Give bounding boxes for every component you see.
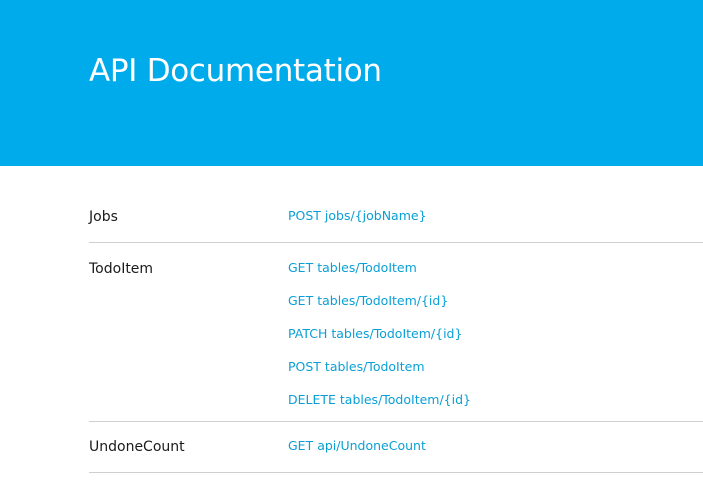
controller-name: Jobs xyxy=(89,209,118,225)
page-title: API Documentation xyxy=(89,53,382,89)
endpoint-link[interactable]: POST tables/TodoItem xyxy=(288,358,471,391)
endpoint-link[interactable]: DELETE tables/TodoItem/{id} xyxy=(288,391,471,424)
endpoint-link[interactable]: GET tables/TodoItem xyxy=(288,259,471,292)
endpoint-list: POST jobs/{jobName} xyxy=(288,207,427,240)
endpoint-list: GET tables/TodoItem GET tables/TodoItem/… xyxy=(288,259,471,424)
controller-name: TodoItem xyxy=(89,261,154,277)
endpoint-link[interactable]: PATCH tables/TodoItem/{id} xyxy=(288,325,471,358)
endpoint-list: GET api/UndoneCount xyxy=(288,437,426,470)
group-divider xyxy=(89,242,703,243)
endpoint-link[interactable]: POST jobs/{jobName} xyxy=(288,207,427,240)
page-header: API Documentation xyxy=(0,0,703,166)
controller-name: UndoneCount xyxy=(89,439,185,455)
group-divider xyxy=(89,421,703,422)
group-divider xyxy=(89,472,703,473)
endpoint-link[interactable]: GET tables/TodoItem/{id} xyxy=(288,292,471,325)
endpoint-link[interactable]: GET api/UndoneCount xyxy=(288,437,426,470)
